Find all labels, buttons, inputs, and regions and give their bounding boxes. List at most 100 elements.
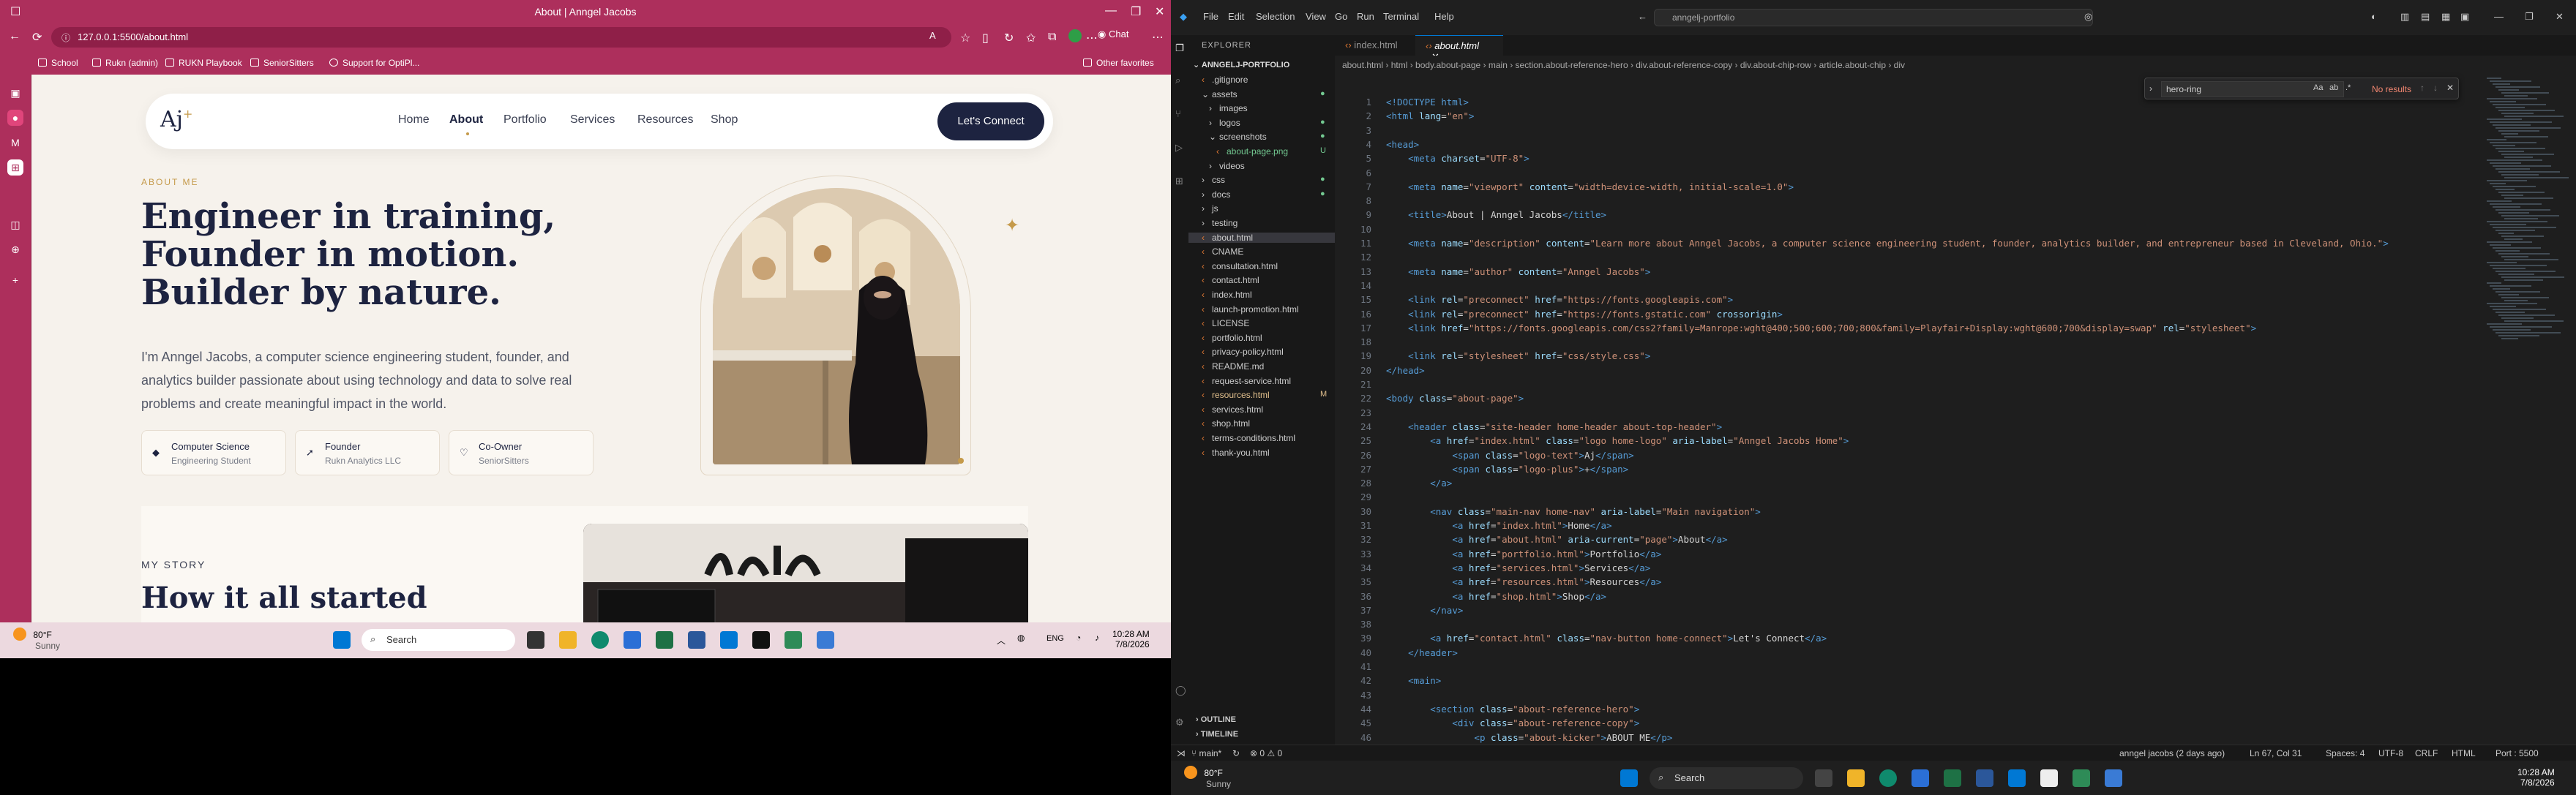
menu-edit[interactable]: Edit xyxy=(1228,11,1244,22)
file-tree-item[interactable]: › logos ● xyxy=(1188,118,1325,128)
menu-terminal[interactable]: Terminal xyxy=(1383,11,1419,22)
nav-portfolio[interactable]: Portfolio xyxy=(503,113,547,127)
account-icon[interactable]: ◯ xyxy=(1175,685,1186,696)
vs-minimize-icon[interactable]: — xyxy=(2494,11,2504,22)
weather-widget-2[interactable]: 80°F Sunny xyxy=(1184,766,1231,789)
copilot-chat-button[interactable]: ◉ Chat xyxy=(1098,29,1128,40)
file-tree-item[interactable]: ‹ launch-promotion.html xyxy=(1188,304,1299,314)
nav-home[interactable]: Home xyxy=(398,113,430,127)
menu-help[interactable]: Help xyxy=(1434,11,1454,22)
file-tree-item[interactable]: ‹ services.html xyxy=(1188,404,1263,415)
nav-services[interactable]: Services xyxy=(570,113,615,127)
browser-essentials-icon[interactable]: ⊕ xyxy=(7,241,23,257)
sidebar-active-icon[interactable]: ⊞ xyxy=(7,159,23,176)
start-icon[interactable] xyxy=(333,631,351,649)
tray-chevron-icon[interactable]: ︿ xyxy=(997,634,1006,647)
file-tree-item[interactable]: › videos xyxy=(1188,161,1245,171)
favorite-star-icon[interactable]: ☆ xyxy=(960,31,970,45)
file-tree-item[interactable]: ‹ resources.html M xyxy=(1188,390,1327,400)
file-tree-item[interactable]: ‹ index.html xyxy=(1188,290,1252,300)
vscode-taskbar-icon[interactable] xyxy=(720,631,738,649)
weather-widget[interactable]: 80°F Sunny xyxy=(13,628,60,651)
branch-status[interactable]: ⑂ main* xyxy=(1191,748,1221,758)
file-tree-item[interactable]: › js xyxy=(1188,203,1218,214)
url-bar[interactable]: ⓘ 127.0.0.1:5500/about.html xyxy=(51,27,951,48)
other-favorites[interactable]: Other favorites xyxy=(1083,58,1154,68)
run-debug-icon[interactable]: ▷ xyxy=(1175,142,1186,153)
task-view-icon-2[interactable] xyxy=(1815,769,1832,787)
site-info-icon[interactable]: ⓘ xyxy=(61,31,70,44)
file-tree-item[interactable]: › css ● xyxy=(1188,175,1325,185)
tray-app-icon[interactable]: ◍ xyxy=(1017,633,1025,643)
whole-word-icon[interactable]: ab xyxy=(2329,83,2338,92)
prev-match-icon[interactable]: ↑ xyxy=(2420,83,2425,93)
edge-icon[interactable] xyxy=(591,631,609,649)
nav-shop[interactable]: Shop xyxy=(711,113,738,127)
timeline-section[interactable]: › TIMELINE xyxy=(1196,730,1238,739)
fav-school[interactable]: School xyxy=(38,58,78,68)
file-tree-item[interactable]: › testing xyxy=(1188,218,1238,228)
nav-resources[interactable]: Resources xyxy=(637,113,693,127)
task-view-icon[interactable] xyxy=(527,631,544,649)
close-icon[interactable]: ✕ xyxy=(1155,4,1164,19)
file-tree-item[interactable]: › docs ● xyxy=(1188,189,1325,200)
read-aloud-icon[interactable]: A xyxy=(929,30,936,41)
menu-selection[interactable]: Selection xyxy=(1256,11,1295,22)
site-logo[interactable]: Aj+ xyxy=(160,107,192,132)
maximize-icon[interactable]: ❐ xyxy=(1131,4,1141,19)
file-tree-item[interactable]: ‹ privacy-policy.html xyxy=(1188,347,1284,357)
file-tree-item[interactable]: ‹ shop.html xyxy=(1188,418,1250,429)
wifi-icon[interactable]: ◔ xyxy=(1076,633,1081,643)
clock[interactable]: 10:28 AM 7/8/2026 xyxy=(1112,629,1150,649)
file-tree-item[interactable]: ‹ CNAME xyxy=(1188,246,1243,257)
manage-gear-icon[interactable]: ⚙ xyxy=(1175,717,1186,728)
split-screen-icon[interactable]: ▯ xyxy=(982,31,989,45)
excel-icon[interactable] xyxy=(656,631,673,649)
accounts-icon[interactable]: ◐ xyxy=(2371,11,2377,22)
match-case-icon[interactable]: Aa xyxy=(2313,83,2323,92)
office-icon[interactable]: ◫ xyxy=(7,216,23,233)
notepad-icon-2[interactable] xyxy=(2073,769,2090,787)
file-tree-item[interactable]: ‹ terms-conditions.html xyxy=(1188,433,1295,443)
refresh-page-icon[interactable]: ↻ xyxy=(1004,31,1014,45)
nav-back-icon[interactable]: ← xyxy=(1638,11,1647,22)
toggle-sidebar-icon[interactable]: ▤ xyxy=(2421,11,2430,23)
file-tree-item[interactable]: ‹ contact.html xyxy=(1188,275,1259,285)
toggle-panel-icon[interactable]: ▥ xyxy=(2400,11,2409,23)
minimize-icon[interactable]: — xyxy=(1105,4,1117,18)
lets-connect-button[interactable]: Let's Connect xyxy=(937,102,1044,140)
vs-maximize-icon[interactable]: ❐ xyxy=(2525,11,2534,23)
github-icon-2[interactable] xyxy=(2040,769,2058,787)
file-tree-item[interactable]: ‹ portfolio.html xyxy=(1188,333,1262,343)
collections-icon[interactable]: ⧉ xyxy=(1048,31,1056,44)
file-tree-item[interactable]: ⌄ screenshots ● xyxy=(1188,132,1325,142)
nav-about[interactable]: About xyxy=(449,113,483,135)
sidebar-app-icon[interactable]: ● xyxy=(7,110,23,126)
live-server-port[interactable]: Port : 5500 xyxy=(2496,748,2539,758)
breadcrumb[interactable]: about.html › html › body.about-page › ma… xyxy=(1335,56,2576,75)
sidebar-more-icon[interactable]: ⋯ xyxy=(1152,30,1164,45)
file-tree-item[interactable]: ‹ about-page.png U xyxy=(1188,146,1326,157)
taskbar-search[interactable]: ⌕ Search xyxy=(362,629,515,651)
git-blame-status[interactable]: anngel jacobs (2 days ago) xyxy=(2119,748,2225,758)
outlook-icon-2[interactable] xyxy=(1912,769,1929,787)
github-icon[interactable] xyxy=(752,631,770,649)
fav-rukn-admin[interactable]: Rukn (admin) xyxy=(92,58,158,68)
back-icon[interactable]: ← xyxy=(9,30,20,43)
photos-icon[interactable] xyxy=(817,631,834,649)
code-editor[interactable]: 1 <!DOCTYPE html> 2 <html lang="en"> 3 4 <head… xyxy=(1335,75,2576,757)
file-tree-item[interactable]: ‹ about.html xyxy=(1188,232,1335,243)
close-find-icon[interactable]: ✕ xyxy=(2446,83,2454,93)
toggle-replace-icon[interactable]: › xyxy=(2149,83,2152,94)
file-explorer-icon[interactable] xyxy=(559,631,577,649)
fav-support-optiplex[interactable]: Support for OptiPl... xyxy=(329,58,419,68)
photos-icon-2[interactable] xyxy=(2105,769,2122,787)
clock-2[interactable]: 10:28 AM 7/8/2026 xyxy=(2517,767,2555,788)
extensions-icon[interactable]: ⊞ xyxy=(1175,176,1186,186)
add-sidebar-icon[interactable]: + xyxy=(7,272,23,288)
file-explorer-icon-2[interactable] xyxy=(1847,769,1865,787)
menu-view[interactable]: View xyxy=(1306,11,1326,22)
command-center[interactable]: anngelj-portfolio xyxy=(1654,9,2093,26)
start-icon-2[interactable] xyxy=(1620,769,1638,787)
tab-about-html[interactable]: ‹› about.html ✕ xyxy=(1415,35,1503,62)
